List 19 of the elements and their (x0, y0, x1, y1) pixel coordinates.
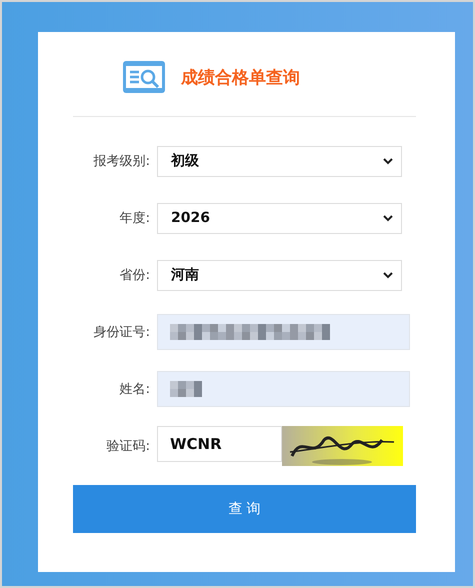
chevron-down-icon (383, 272, 393, 278)
page-title: 成绩合格单查询 (181, 66, 300, 88)
dropdown[interactable]: 2026 (157, 202, 402, 234)
search-document-icon (123, 61, 165, 93)
field-label: 年度: (118, 210, 150, 227)
search-button[interactable]: 查 询 (73, 485, 416, 533)
field-label: 验证码: (106, 438, 150, 455)
pixelated-value (170, 381, 202, 397)
chevron-down-icon (383, 214, 393, 222)
field-label: 身份证号: (92, 324, 150, 341)
dropdown[interactable]: 河南 (157, 260, 402, 290)
input-field[interactable] (157, 314, 410, 350)
field-label: 报考级别: (92, 153, 150, 170)
field-label: 姓名: (118, 381, 150, 398)
chevron-down-icon (383, 158, 393, 164)
input-field[interactable]: WCNR (157, 426, 282, 462)
dropdown[interactable]: 初级 (157, 146, 402, 176)
field-label: 省份: (118, 267, 150, 284)
input-field[interactable] (157, 371, 410, 407)
